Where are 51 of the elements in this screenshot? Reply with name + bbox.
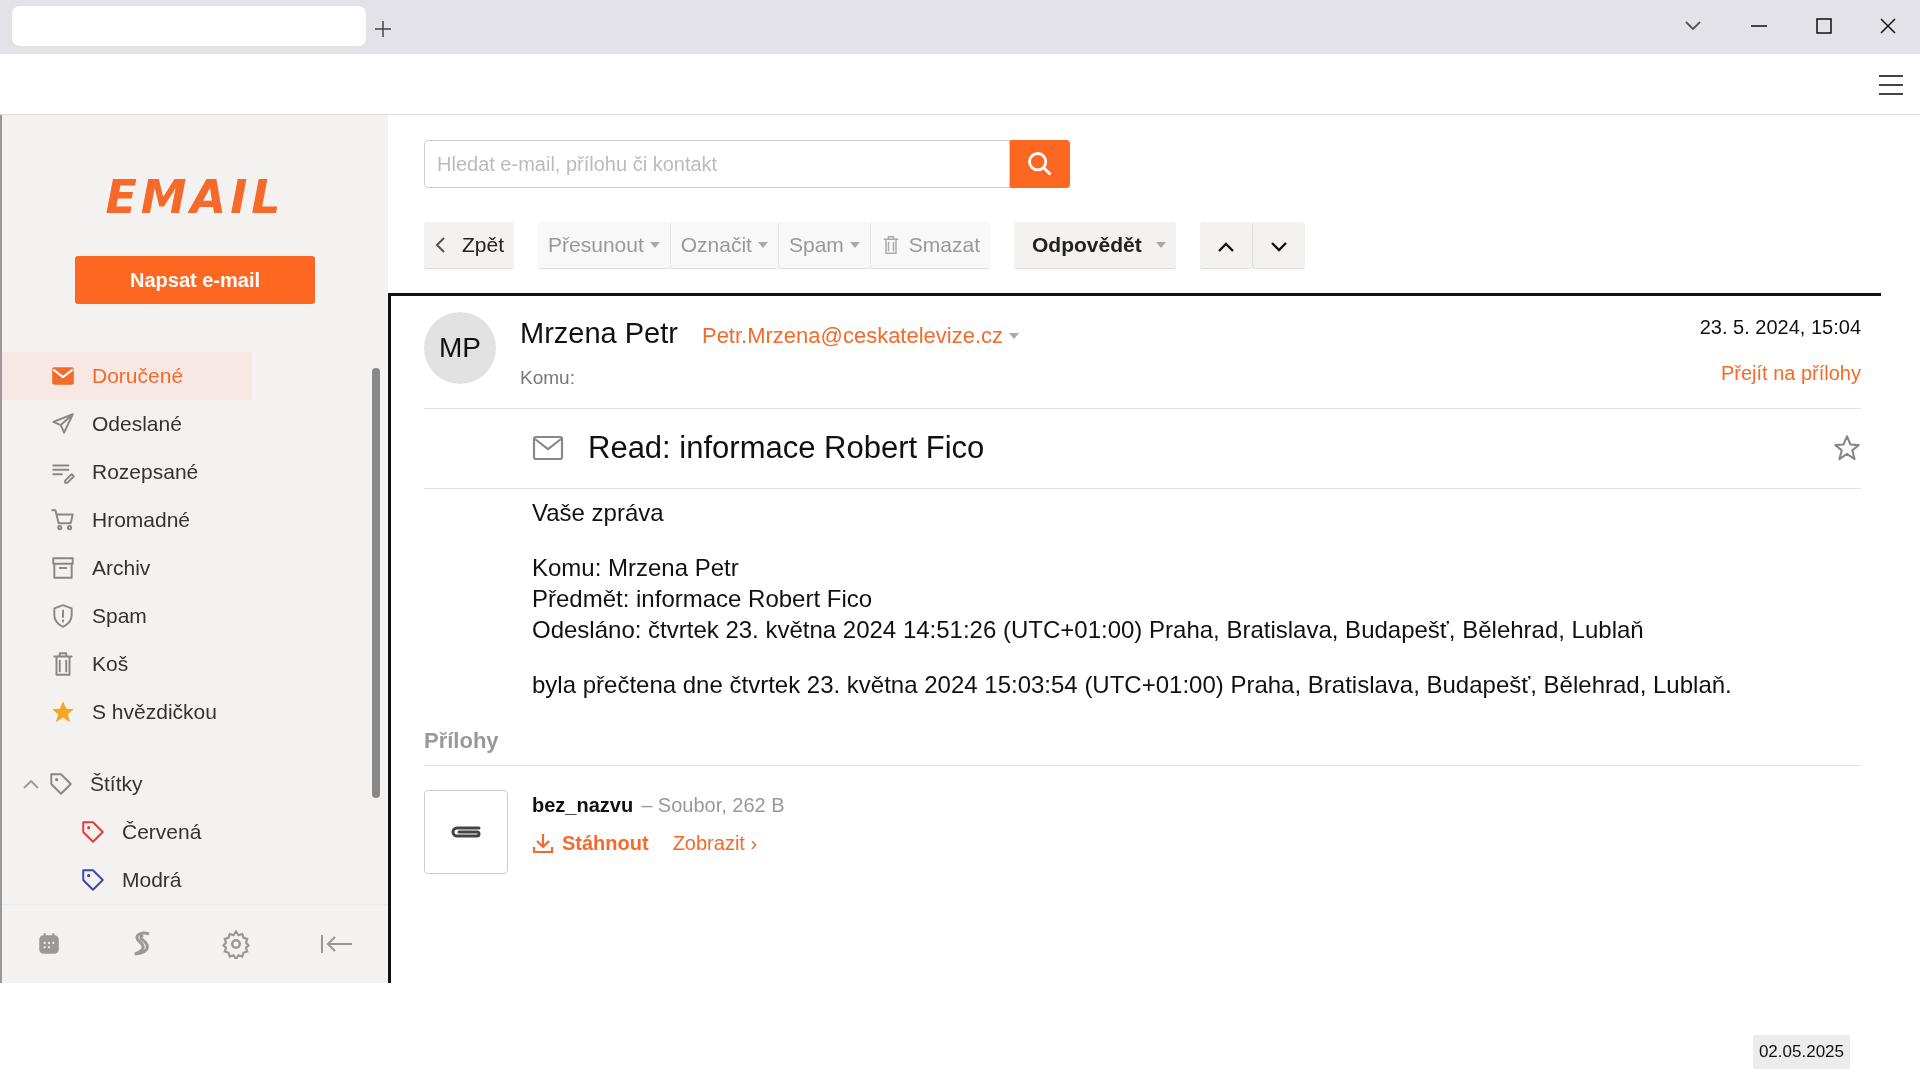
caret-icon <box>1009 332 1020 339</box>
previous-message-button[interactable] <box>1199 222 1252 269</box>
folder-item[interactable]: Spam <box>2 592 372 640</box>
body-text: Komu: Mrzena Petr <box>532 552 740 583</box>
download-icon <box>532 831 554 854</box>
reply-button[interactable]: Odpovědět <box>1014 222 1176 269</box>
sender-name: Mrzena Petr <box>520 316 678 351</box>
tag-icon <box>48 771 74 797</box>
back-button[interactable]: Zpět <box>424 222 515 269</box>
folder-item[interactable]: Hromadné <box>2 496 372 544</box>
search-field[interactable]: Hledat e-mail, přílohu či kontakt <box>424 140 1010 188</box>
star-icon[interactable] <box>1833 434 1861 463</box>
caret-icon <box>1155 242 1166 248</box>
trash-icon <box>50 651 76 677</box>
menu-icon[interactable] <box>1878 72 1904 96</box>
paper-plane-icon <box>50 411 76 437</box>
message-date: 23. 5. 2024, 15:04 <box>1699 315 1861 340</box>
settings-icon[interactable] <box>221 929 252 959</box>
date-stamp: 02.05.2025 <box>1752 1035 1850 1069</box>
body-text: Odesláno: čtvrtek 23. května 2024 14:51:26 (UTC+01:00) Praha, Bratislava, Budapešť, Bělehrad, Lublaň <box>532 614 1645 645</box>
chevron-down-icon <box>1268 239 1289 254</box>
star-icon <box>50 699 76 725</box>
file-name: bez_nazvu <box>532 792 634 818</box>
archive-box-icon <box>50 555 76 581</box>
avatar: MP <box>424 312 496 384</box>
tag-item[interactable]: Modrá <box>2 856 372 904</box>
folder-item[interactable]: Rozepsané <box>2 448 372 496</box>
folder-item[interactable]: Odeslané <box>2 400 372 448</box>
chevron-up-icon <box>22 778 40 790</box>
folder-item[interactable]: Archiv <box>2 544 372 592</box>
folder-item[interactable]: Koš <box>2 640 372 688</box>
cart-icon <box>50 507 76 533</box>
message-subject: Read: informace Robert Fico <box>588 429 986 467</box>
folder-item[interactable]: S hvězdičkou <box>2 688 372 736</box>
recipient-label: Komu: <box>520 365 576 390</box>
next-message-button[interactable] <box>1251 222 1305 269</box>
body-text: Vaše zpráva <box>532 497 665 528</box>
attachments-heading: Přílohy <box>424 723 1861 766</box>
tags-header[interactable]: Štítky <box>2 760 372 808</box>
scrollbar[interactable] <box>372 368 380 798</box>
body-text: byla přečtena dne čtvrtek 23. května 2024 15:03:54 (UTC+01:00) Praha, Bratislava, Budapešť, Bělehrad, Lublaň. <box>532 669 1733 700</box>
tag-item[interactable]: Červená <box>2 808 372 856</box>
chevron-left-icon <box>434 236 446 254</box>
file-info: – Soubor, 262 B <box>641 792 785 818</box>
body-text: Předmět: informace Robert Fico <box>532 583 874 614</box>
shield-icon <box>50 603 76 629</box>
search-icon <box>1026 150 1054 178</box>
envelope-icon <box>532 435 564 462</box>
collapse-sidebar-icon[interactable] <box>319 933 354 955</box>
file-thumbnail[interactable] <box>424 789 508 874</box>
search-button[interactable] <box>1010 140 1070 188</box>
